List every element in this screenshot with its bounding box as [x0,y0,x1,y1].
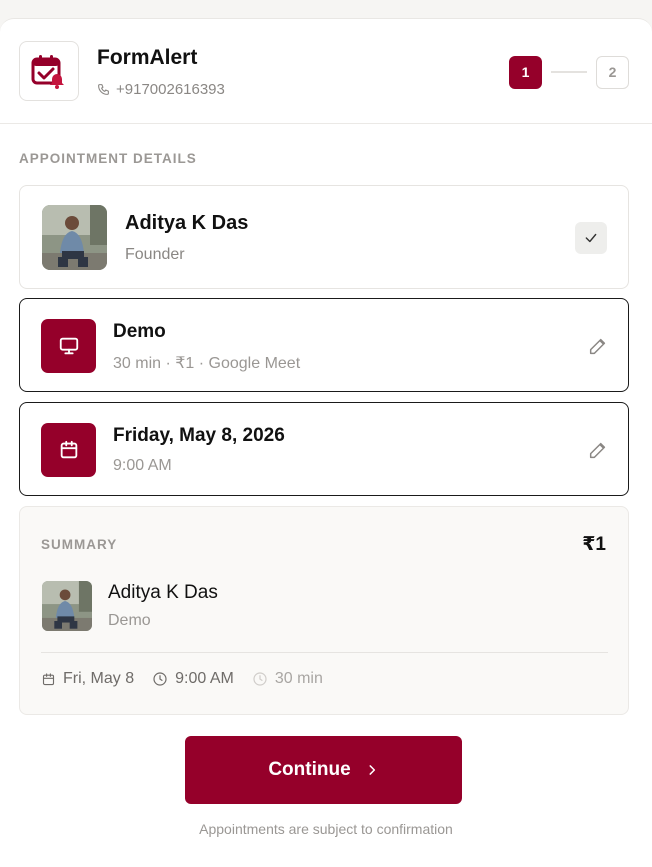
calendar-icon [42,672,55,685]
brand-name: FormAlert [97,46,198,69]
edit-service-button[interactable] [587,335,609,357]
check-icon [585,233,597,243]
service-card[interactable]: Demo 30 min · ₹1 · Google Meet [19,298,629,392]
continue-button[interactable]: Continue [185,736,462,804]
chevron-right-icon [369,765,375,775]
section-label: APPOINTMENT DETAILS [19,151,197,166]
service-details: 30 min · ₹1 · Google Meet [113,355,301,372]
pencil-icon [589,442,606,459]
monitor-icon [59,337,78,355]
selected-badge [575,222,607,254]
summary-time-text: 9:00 AM [175,670,234,687]
datetime-card[interactable]: Friday, May 8, 2026 9:00 AM [19,402,629,496]
service-icon-box [41,319,96,373]
summary-price: ₹1 [582,534,606,555]
calendar-icon [60,440,77,459]
clock-icon [253,672,267,686]
summary-meta: Fri, May 8 9:00 AM 30 min [41,670,341,688]
step-2: 2 [596,55,629,89]
host-name: Aditya K Das [125,212,249,234]
brand-logo [19,41,79,101]
phone-icon [98,84,109,95]
summary-duration-text: 30 min [274,670,323,687]
footnote: Appointments are subject to confirmation [199,821,453,837]
step-1: 1 [509,55,542,89]
host-card[interactable]: Aditya K Das Founder [19,185,629,289]
edit-datetime-button[interactable] [587,439,609,461]
step-indicator: 1 2 [509,55,629,89]
calendar-alert-logo-icon [31,55,64,89]
clock-icon [153,672,167,686]
summary-label: SUMMARY [41,537,118,552]
pencil-icon [589,338,606,355]
summary-service: Demo [108,612,151,629]
brand-phone: +917002616393 [97,81,225,98]
summary-duration: 30 min [252,670,323,688]
service-title: Demo [113,321,166,342]
avatar [42,581,92,631]
step-connector [551,71,587,73]
host-role: Founder [125,246,185,263]
time-text: 9:00 AM [113,457,172,474]
date-title: Friday, May 8, 2026 [113,425,285,446]
phone-number: +917002616393 [116,81,225,98]
datetime-icon-box [41,423,96,477]
summary-date: Fri, May 8 [41,670,134,688]
summary-time: 9:00 AM [152,670,234,688]
summary-panel: SUMMARY ₹1 Aditya K Das Demo Fri, May 8 [19,506,629,715]
continue-label: Continue [268,759,351,780]
summary-date-text: Fri, May 8 [63,670,135,687]
divider [41,652,608,653]
summary-name: Aditya K Das [108,582,218,603]
header: FormAlert +917002616393 1 2 [0,19,652,124]
avatar [42,205,107,270]
